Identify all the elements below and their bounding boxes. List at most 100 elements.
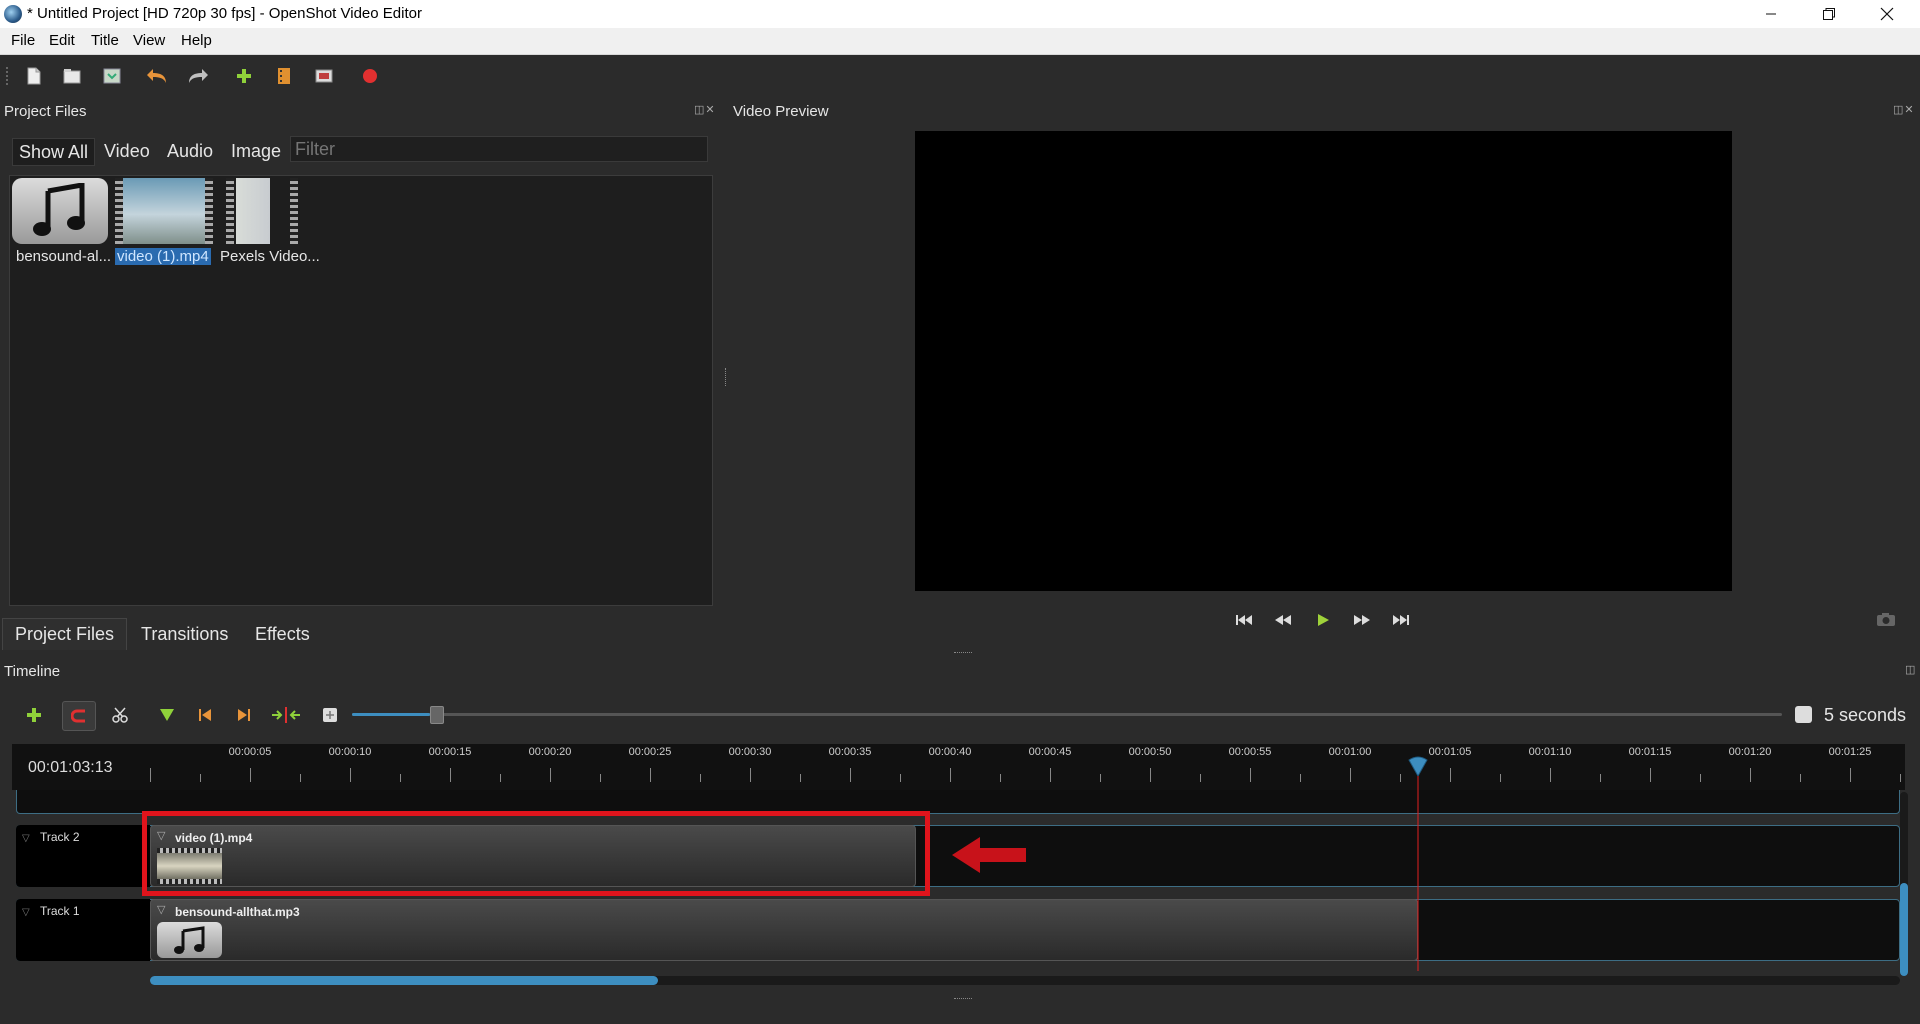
save-project-icon[interactable] — [100, 64, 124, 88]
video-preview-screen — [915, 131, 1732, 591]
ruler-tick — [1050, 768, 1051, 782]
menu-bar: File Edit Title View Help — [0, 28, 1920, 55]
ruler-label: 00:00:20 — [528, 746, 572, 758]
clip-menu-icon[interactable]: ▽ — [157, 903, 165, 916]
filter-show-all[interactable]: Show All — [12, 138, 96, 166]
new-project-icon[interactable] — [22, 64, 46, 88]
menu-help[interactable]: Help — [181, 32, 212, 49]
ruler-tick — [1700, 774, 1701, 782]
file-name: video (1).mp4 — [115, 248, 211, 265]
video-preview-title: Video Preview — [733, 103, 829, 120]
splitter-handle[interactable] — [954, 998, 972, 1002]
ruler-label: 00:01:25 — [1828, 746, 1872, 758]
snap-icon[interactable] — [62, 701, 96, 731]
previous-marker-icon[interactable] — [193, 703, 217, 727]
add-marker-icon[interactable] — [155, 703, 179, 727]
tab-effects[interactable]: Effects — [243, 618, 322, 650]
restore-icon[interactable] — [1800, 0, 1858, 28]
ruler-tick — [200, 774, 201, 782]
ruler-label: 00:00:55 — [1228, 746, 1272, 758]
ruler-tick — [1500, 774, 1501, 782]
profile-icon[interactable] — [272, 64, 296, 88]
zoom-preset-icon[interactable] — [1795, 706, 1812, 723]
ruler-tick — [1800, 774, 1801, 782]
playhead[interactable] — [1406, 756, 1430, 971]
next-marker-icon[interactable] — [232, 703, 256, 727]
file-item-video[interactable]: Pexels Video... — [220, 178, 320, 268]
ruler-tick — [1900, 774, 1901, 782]
panel-float-close-icons[interactable]: ◫✕ — [1893, 103, 1915, 116]
minimize-icon[interactable] — [1742, 0, 1800, 28]
track-name: Track 1 — [40, 904, 80, 918]
zoom-slider-fill — [352, 713, 430, 716]
ruler-tick — [1100, 774, 1101, 782]
ruler-tick — [1150, 768, 1151, 782]
filter-input[interactable] — [290, 136, 708, 162]
vertical-scrollbar-thumb[interactable] — [1900, 883, 1908, 976]
video-thumbnail — [115, 178, 213, 244]
ruler-tick — [800, 774, 801, 782]
menu-edit[interactable]: Edit — [49, 32, 75, 49]
menu-view[interactable]: View — [133, 32, 165, 49]
import-files-icon[interactable] — [232, 64, 256, 88]
fullscreen-icon[interactable] — [312, 64, 336, 88]
jump-end-icon[interactable] — [1389, 610, 1413, 630]
razor-icon[interactable] — [108, 703, 132, 727]
fast-forward-icon[interactable] — [1350, 610, 1374, 630]
tab-transitions[interactable]: Transitions — [129, 618, 240, 650]
zoom-fit-icon[interactable] — [318, 703, 342, 727]
ruler-label: 00:00:05 — [228, 746, 272, 758]
clip-name: bensound-allthat.mp3 — [175, 905, 300, 919]
ruler-tick — [650, 768, 651, 782]
track-header: ▽ Track 1 — [16, 899, 150, 961]
zoom-slider-handle[interactable] — [430, 706, 444, 724]
current-time: 00:01:03:13 — [28, 759, 113, 776]
filter-video[interactable]: Video — [98, 138, 156, 164]
splitter-handle[interactable] — [725, 368, 729, 386]
tab-project-files[interactable]: Project Files — [2, 618, 128, 650]
jump-start-icon[interactable] — [1232, 610, 1256, 630]
ruler-tick — [550, 768, 551, 782]
timeline-title: Timeline — [4, 663, 61, 680]
ruler-tick — [1850, 768, 1851, 782]
ruler-tick — [1250, 768, 1251, 782]
window-title: * Untitled Project [HD 720p 30 fps] - Op… — [27, 5, 422, 22]
collapse-icon[interactable]: ▽ — [22, 833, 30, 844]
filter-audio[interactable]: Audio — [161, 138, 219, 164]
left-arrow-icon — [952, 835, 1028, 880]
rewind-icon[interactable] — [1271, 610, 1295, 630]
ruler-tick — [250, 768, 251, 782]
filter-image[interactable]: Image — [225, 138, 287, 164]
ruler-label: 00:01:05 — [1428, 746, 1472, 758]
add-track-icon[interactable] — [22, 703, 46, 727]
redo-icon[interactable] — [186, 64, 210, 88]
ruler-label: 00:00:35 — [828, 746, 872, 758]
music-note-icon — [157, 922, 222, 958]
toolbar-grip[interactable] — [6, 67, 11, 85]
undo-icon[interactable] — [145, 64, 169, 88]
horizontal-scrollbar-thumb[interactable] — [150, 976, 658, 985]
menu-title[interactable]: Title — [91, 32, 119, 49]
ruler-tick — [1350, 768, 1351, 782]
ruler-tick — [900, 774, 901, 782]
file-item-video-selected[interactable]: video (1).mp4 — [115, 178, 215, 268]
project-files-list: bensound-al... video (1).mp4 Pexels Vide… — [9, 175, 713, 606]
splitter-handle[interactable] — [954, 652, 972, 656]
panel-float-close-icons[interactable]: ◫✕ — [694, 103, 716, 116]
zoom-label: 5 seconds — [1824, 705, 1907, 725]
timeline-ruler[interactable]: 00:00:05 00:00:10 00:00:15 00:00:20 00:00:25… — [150, 744, 1905, 790]
collapse-icon[interactable]: ▽ — [22, 907, 30, 918]
zoom-slider-track[interactable] — [352, 713, 1782, 716]
open-project-icon[interactable] — [60, 64, 84, 88]
ruler-label: 00:01:10 — [1528, 746, 1572, 758]
center-playhead-icon[interactable] — [270, 703, 302, 727]
ruler-tick — [500, 774, 501, 782]
clip-audio[interactable]: ▽ bensound-allthat.mp3 — [150, 899, 1418, 961]
file-item-audio[interactable]: bensound-al... — [12, 178, 112, 268]
menu-file[interactable]: File — [11, 32, 35, 49]
panel-float-icon[interactable]: ◫ — [1905, 663, 1916, 676]
export-video-icon[interactable] — [358, 64, 382, 88]
camera-snapshot-icon[interactable] — [1876, 611, 1896, 632]
play-icon[interactable] — [1311, 610, 1335, 630]
close-icon[interactable] — [1858, 0, 1916, 28]
